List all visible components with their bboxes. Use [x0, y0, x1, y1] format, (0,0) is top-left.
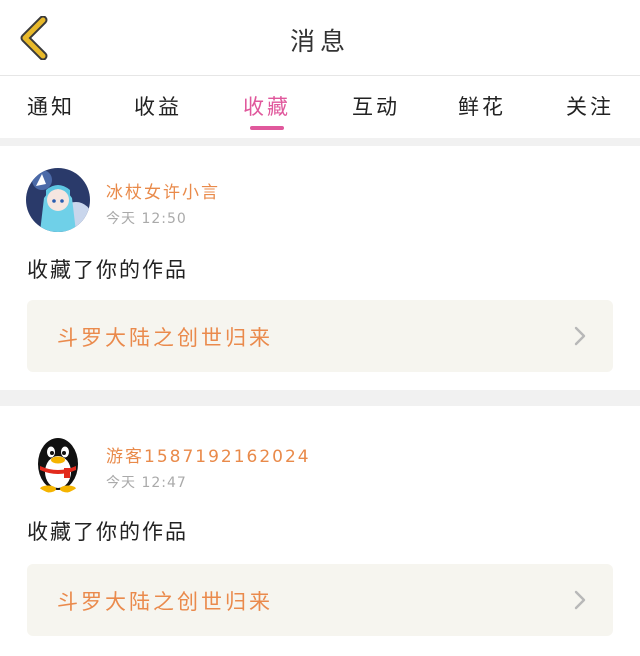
page-title: 消息 — [289, 27, 350, 56]
action-text: 收藏了你的作品 — [27, 520, 188, 544]
timestamp: 今天 12:47 — [106, 475, 187, 491]
penguin-avatar-icon — [38, 438, 78, 493]
work-title: 斗罗大陆之创世归来 — [57, 590, 273, 614]
tab-favorites[interactable]: 收藏 — [243, 91, 291, 121]
timestamp: 今天 12:50 — [106, 211, 187, 227]
tab-interactions[interactable]: 互动 — [352, 91, 400, 121]
active-tab-indicator — [250, 126, 284, 130]
work-link[interactable]: 斗罗大陆之创世归来 — [27, 564, 613, 636]
tab-flowers[interactable]: 鲜花 — [458, 91, 506, 121]
tab-notifications[interactable]: 通知 — [27, 91, 75, 121]
work-link[interactable]: 斗罗大陆之创世归来 — [27, 300, 613, 372]
anime-girl-avatar-icon — [26, 168, 90, 232]
work-title: 斗罗大陆之创世归来 — [57, 326, 273, 350]
notification-card: 游客1587192162024 今天 12:47 收藏了你的作品 斗罗大陆之创世… — [0, 406, 640, 656]
avatar[interactable] — [26, 430, 90, 494]
divider — [0, 138, 640, 146]
chevron-right-icon — [574, 326, 586, 346]
tab-following[interactable]: 关注 — [566, 91, 614, 121]
top-bar: 消息 — [0, 0, 640, 76]
username[interactable]: 游客1587192162024 — [106, 442, 311, 467]
chevron-right-icon — [574, 590, 586, 610]
notification-card: 冰杖女许小言 今天 12:50 收藏了你的作品 斗罗大陆之创世归来 — [0, 146, 640, 390]
tab-bar: 通知 收益 收藏 互动 鲜花 关注 — [0, 76, 640, 138]
action-text: 收藏了你的作品 — [27, 258, 188, 282]
username[interactable]: 冰杖女许小言 — [106, 178, 220, 203]
tab-earnings[interactable]: 收益 — [134, 91, 182, 121]
avatar[interactable] — [26, 168, 90, 232]
divider — [0, 390, 640, 406]
